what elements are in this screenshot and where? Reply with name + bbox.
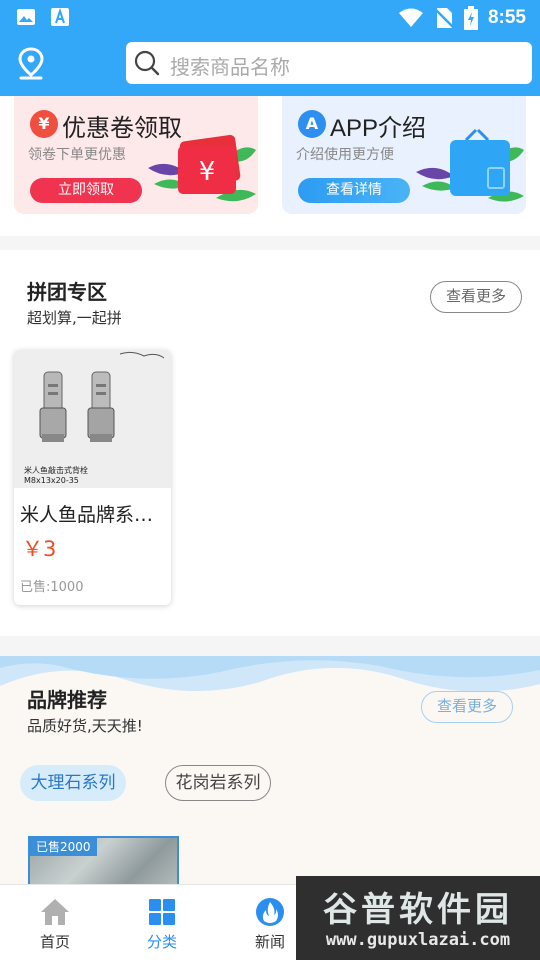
status-bar: 8:55 — [0, 0, 540, 36]
watermark: 谷普软件园 www.gupuxlazai.com — [296, 876, 540, 960]
product-sold-count: 已售:1000 — [20, 580, 84, 595]
a-text-icon — [51, 7, 69, 26]
brand-title: 品牌推荐 — [27, 688, 107, 712]
tag-marble[interactable]: 大理石系列 — [20, 765, 126, 801]
group-buy-more-button[interactable]: 查看更多 — [430, 281, 522, 313]
wifi-icon — [398, 8, 423, 27]
flame-icon — [256, 898, 284, 926]
group-buy-subtitle: 超划算,一起拼 — [27, 309, 122, 327]
brand-more-button[interactable]: 查看更多 — [421, 691, 513, 723]
caption-line-2: M8x13x20-35 — [24, 476, 79, 485]
product-image-caption: 米人鱼敲击式背栓 M8x13x20-35 — [24, 466, 88, 486]
product-price: ￥3 — [22, 537, 57, 561]
brand-product-tile[interactable]: 已售2000 — [28, 836, 179, 886]
grid-icon — [149, 899, 175, 925]
yen-badge-icon: ¥ — [30, 110, 58, 138]
home-icon — [41, 899, 69, 925]
app-badge-icon: A — [298, 110, 326, 138]
sold-flag: 已售2000 — [30, 838, 97, 856]
app-intro-subtitle: 介绍使用更方便 — [296, 147, 394, 163]
claim-coupon-button[interactable]: 立即领取 — [30, 178, 142, 203]
caption-line-1: 米人鱼敲击式背栓 — [24, 466, 88, 475]
brand-subtitle: 品质好货,天天推! — [27, 717, 143, 735]
coupon-subtitle: 领卷下单更优惠 — [28, 147, 126, 163]
location-pin-icon[interactable] — [17, 47, 45, 81]
nav-category-label: 分类 — [146, 933, 177, 951]
top-bar: 8:55 搜索商品名称 — [0, 0, 540, 96]
coupon-icon: ¥ — [148, 134, 256, 202]
view-details-button[interactable]: 查看详情 — [298, 178, 410, 203]
group-buy-section: 拼团专区 超划算,一起拼 查看更多 米人鱼敲击式背栓 M8x13x20-35 米… — [0, 250, 540, 636]
clock: 8:55 — [487, 7, 526, 28]
search-input[interactable]: 搜索商品名称 — [170, 51, 290, 80]
search-bar[interactable]: 搜索商品名称 — [126, 42, 532, 84]
nav-home-label: 首页 — [39, 933, 70, 951]
shopping-bag-icon — [416, 128, 524, 202]
promo-section: ¥ 优惠卷领取 领卷下单更优惠 立即领取 ¥ A APP介绍 介绍使用更方便 查… — [0, 96, 540, 236]
search-icon — [134, 50, 160, 76]
watermark-text: 谷普软件园 — [323, 890, 513, 930]
no-sim-icon — [434, 8, 454, 28]
tag-granite[interactable]: 花岗岩系列 — [165, 765, 271, 801]
nav-home[interactable]: 首页 — [0, 885, 110, 960]
coupon-art-symbol: ¥ — [199, 157, 216, 187]
app-intro-title: APP介绍 — [330, 115, 427, 142]
battery-icon — [463, 6, 478, 30]
image-icon — [17, 9, 35, 25]
product-card[interactable]: 米人鱼敲击式背栓 M8x13x20-35 米人鱼品牌系列背栓 ￥3 已售:100… — [14, 350, 171, 605]
coupon-banner[interactable]: ¥ 优惠卷领取 领卷下单更优惠 立即领取 ¥ — [14, 96, 258, 214]
watermark-url: www.gupuxlazai.com — [325, 930, 511, 950]
group-buy-title: 拼团专区 — [27, 280, 107, 304]
product-name: 米人鱼品牌系列背栓 — [20, 504, 164, 526]
app-intro-banner[interactable]: A APP介绍 介绍使用更方便 查看详情 — [282, 96, 526, 214]
brand-section: 品牌推荐 品质好货,天天推! 查看更多 大理石系列 花岗岩系列 已售2000 — [0, 656, 540, 886]
nav-category[interactable]: 分类 — [107, 885, 217, 960]
product-image: 米人鱼敲击式背栓 M8x13x20-35 — [14, 350, 171, 488]
